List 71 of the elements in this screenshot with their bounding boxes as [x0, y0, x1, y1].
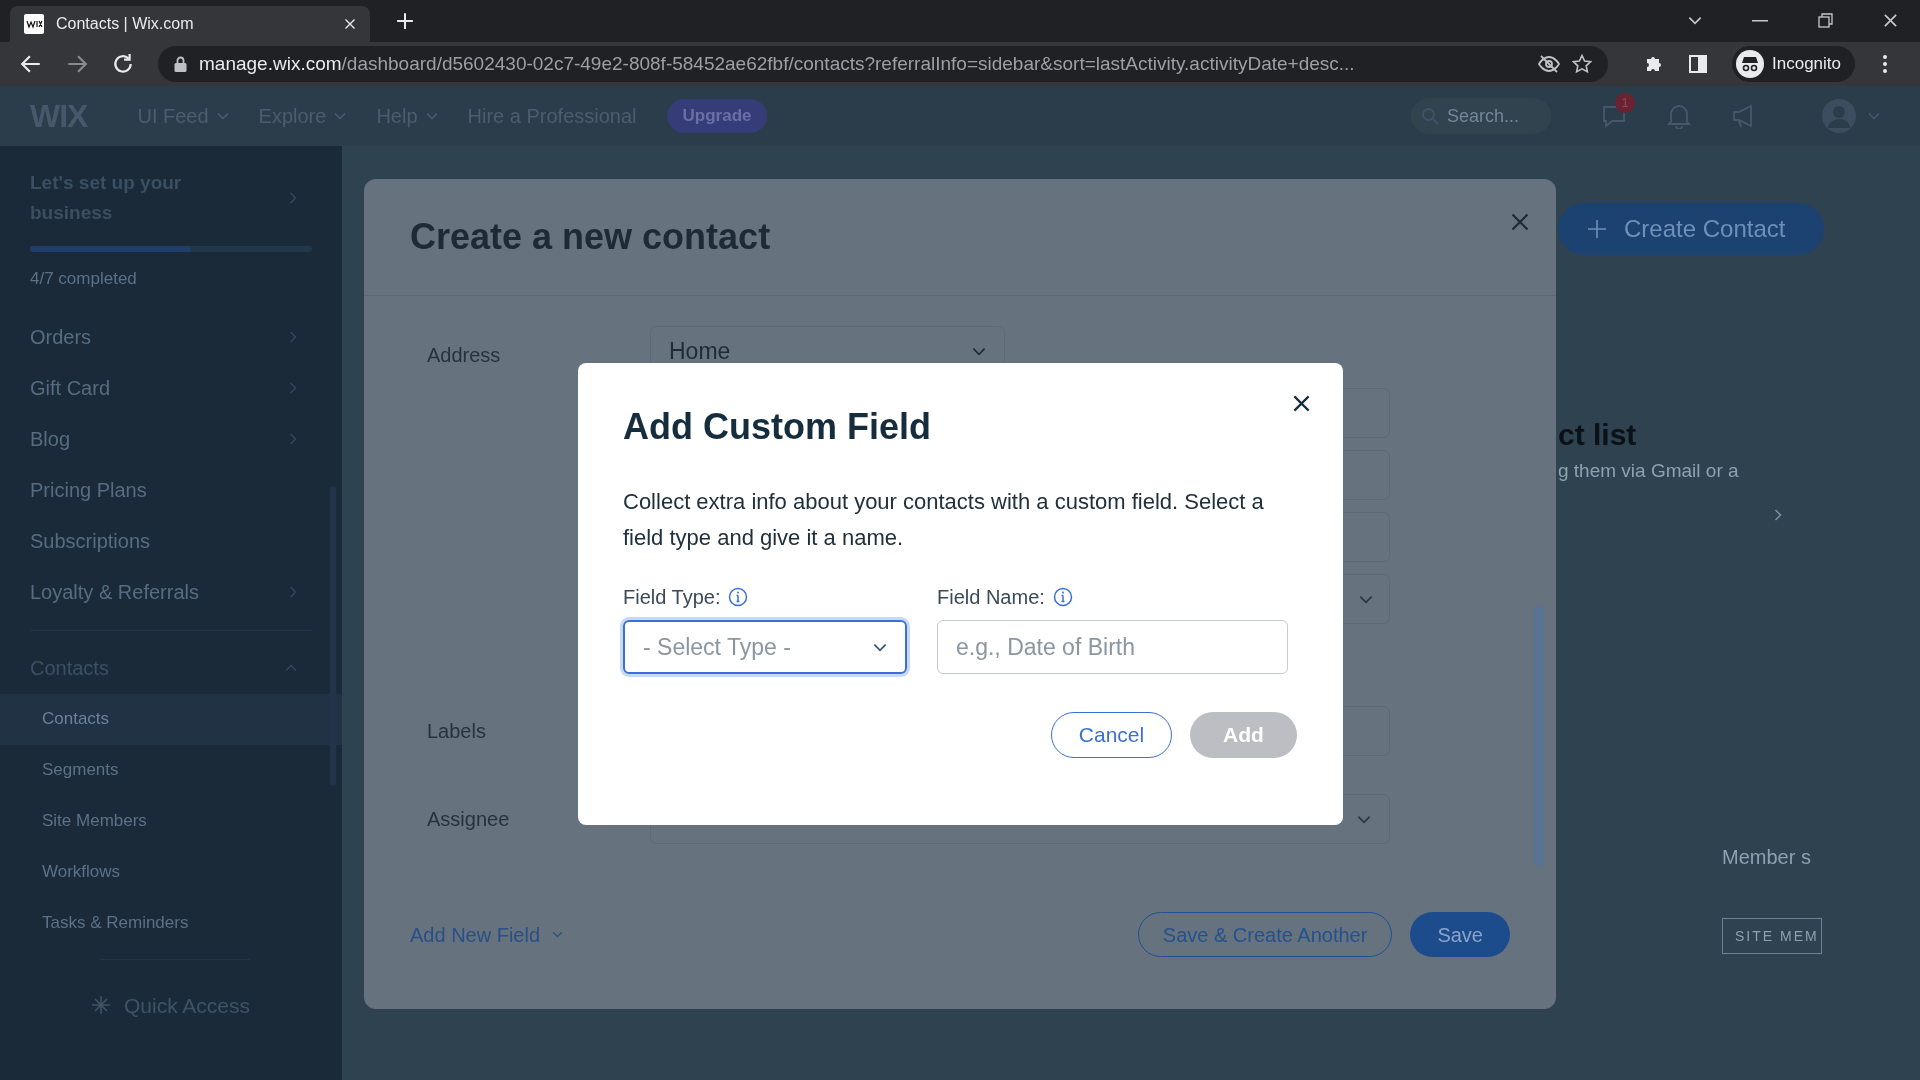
chevron-right-icon: [289, 192, 297, 204]
puzzle-icon[interactable]: [1644, 54, 1664, 74]
eye-slash-icon[interactable]: [1538, 55, 1560, 73]
lock-icon: [174, 56, 187, 72]
sparkle-icon: [90, 994, 112, 1017]
chevron-down-icon: [334, 112, 347, 120]
profile-button[interactable]: Incognito: [1732, 46, 1855, 82]
chevron-right-icon: [289, 433, 297, 445]
sidebar-item[interactable]: Pricing Plans: [30, 464, 342, 516]
dialog-description: Collect extra info about your contacts with a custom field. Select a field type and give it a name.: [623, 488, 1265, 552]
create-contact-button[interactable]: Create Contact: [1558, 203, 1824, 255]
column-header: Member s: [1722, 845, 1811, 870]
chevron-down-icon: [1359, 594, 1373, 604]
chevron-down-icon: [552, 931, 564, 938]
new-tab-icon[interactable]: [396, 12, 414, 30]
caret-icon: [1868, 112, 1880, 120]
tab-title: Contacts | Wix.com: [56, 14, 195, 34]
chevron-down-icon: [216, 112, 229, 120]
search-field[interactable]: Search...: [1411, 98, 1551, 134]
save-button[interactable]: Save: [1410, 912, 1510, 957]
dialog-title: Add Custom Field: [623, 405, 932, 449]
sidebar-item[interactable]: Gift Card: [30, 362, 342, 414]
chevron-down-icon: [1357, 814, 1371, 824]
minimize-icon[interactable]: [1752, 19, 1768, 22]
plus-icon: [1588, 220, 1606, 238]
sidebar-item[interactable]: Loyalty & Referrals: [30, 566, 342, 618]
back-icon[interactable]: [20, 53, 42, 75]
info-icon[interactable]: [1052, 587, 1073, 607]
site-favicon-icon: [24, 14, 44, 34]
info-icon[interactable]: [728, 587, 749, 607]
section-text: g them via Gmail or a: [1558, 459, 1739, 483]
sidebar-item[interactable]: Subscriptions: [30, 515, 342, 567]
sidebar-subitem[interactable]: Segments: [0, 744, 342, 796]
address-bar[interactable]: manage.wix.com/dashboard/d5602430-02c7-49e2-808f-58452ae62fbf/contacts?referralInfo=sidebar&sort=lastActivity.activityDate+desc...: [158, 46, 1608, 82]
chevron-right-icon: [1774, 508, 1782, 522]
sidebar-subitem[interactable]: Contacts: [0, 693, 342, 745]
site-member-tag: SITE MEM: [1722, 918, 1822, 954]
field-label: Labels: [427, 719, 487, 744]
add-new-field-link[interactable]: Add New Field: [410, 919, 564, 950]
chevron-right-icon: [289, 331, 297, 343]
field-name-input[interactable]: e.g., Date of Birth: [937, 620, 1288, 674]
star-icon[interactable]: [1572, 54, 1592, 74]
sidebar-subitem[interactable]: Site Members: [0, 795, 342, 847]
side-panel-icon[interactable]: [1688, 54, 1708, 74]
incognito-icon: [1736, 50, 1764, 78]
setup-status: 4/7 completed: [30, 268, 138, 290]
chevron-down-icon: [425, 112, 438, 120]
tab-search-icon: [1688, 16, 1702, 25]
field-label: Field Type:: [623, 585, 721, 610]
restore-icon[interactable]: [1818, 13, 1833, 28]
field-label: Assignee: [427, 807, 511, 832]
chevron-down-icon: [972, 346, 986, 356]
chevron-right-icon: [289, 586, 297, 598]
section-heading: ct list: [1558, 417, 1637, 453]
chevron-right-icon: [289, 382, 297, 394]
field-label: Field Name:: [937, 585, 1045, 610]
url-text: manage.wix.com/dashboard/d5602430-02c7-49e2-808f-58452ae62fbf/contacts?referralInfo=sidebar&sort=lastActivity.activityDate+desc...: [199, 51, 1356, 76]
chevron-up-icon: [285, 664, 297, 672]
browser-tab[interactable]: Contacts | Wix.com: [10, 6, 370, 42]
chevron-down-icon: [873, 642, 887, 652]
reload-icon[interactable]: [112, 53, 134, 75]
sidebar-item[interactable]: Orders: [30, 311, 342, 363]
field-label: Address: [427, 343, 502, 368]
sidebar-subitem[interactable]: Workflows: [0, 846, 342, 898]
forward-icon[interactable]: [66, 53, 88, 75]
sidebar-subitem[interactable]: Tasks & Reminders: [0, 897, 342, 949]
field-type-select[interactable]: - Select Type -: [623, 620, 907, 674]
panel-title: Create a new contact: [410, 215, 771, 259]
sidebar-item[interactable]: Blog: [30, 413, 342, 465]
menu-icon[interactable]: [1883, 55, 1887, 73]
close-icon[interactable]: [1292, 394, 1311, 413]
